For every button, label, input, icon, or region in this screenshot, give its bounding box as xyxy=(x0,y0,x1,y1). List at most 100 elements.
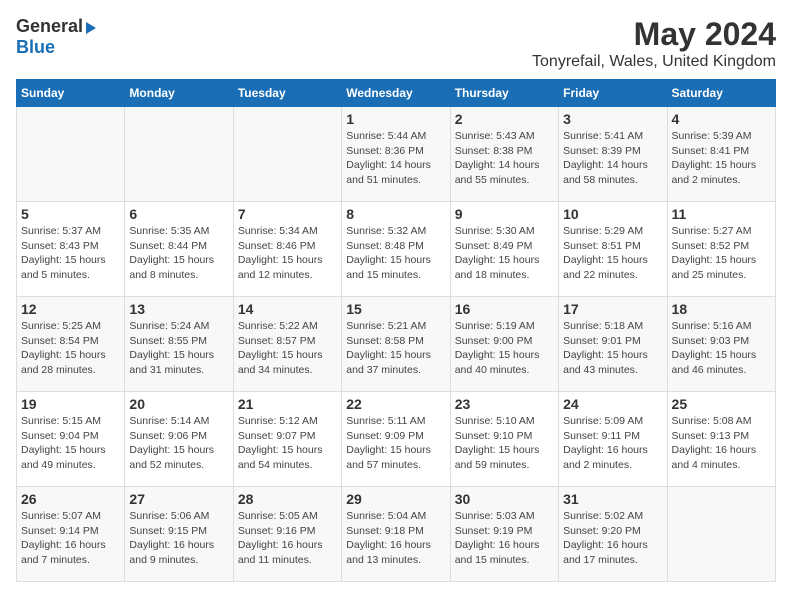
day-info-line: Daylight: 14 hours xyxy=(346,159,431,171)
day-info-line: Sunrise: 5:30 AM xyxy=(455,225,535,237)
day-number: 1 xyxy=(346,111,445,127)
header-sunday: Sunday xyxy=(17,80,125,107)
day-number: 29 xyxy=(346,491,445,507)
day-number: 15 xyxy=(346,301,445,317)
day-info: Sunrise: 5:07 AMSunset: 9:14 PMDaylight:… xyxy=(21,509,120,568)
day-info-line: Daylight: 16 hours xyxy=(238,539,323,551)
day-info: Sunrise: 5:37 AMSunset: 8:43 PMDaylight:… xyxy=(21,224,120,283)
day-info-line: and 59 minutes. xyxy=(455,459,530,471)
day-info-line: Daylight: 15 hours xyxy=(455,444,540,456)
calendar-cell: 20 Sunrise: 5:14 AMSunset: 9:06 PMDayligh… xyxy=(125,392,233,487)
calendar-cell: 30Sunrise: 5:03 AMSunset: 9:19 PMDayligh… xyxy=(450,487,558,582)
week-row-2: 5Sunrise: 5:37 AMSunset: 8:43 PMDaylight… xyxy=(17,202,776,297)
day-number: 24 xyxy=(563,396,662,412)
day-info-line: Daylight: 16 hours xyxy=(21,539,106,551)
day-info: Sunrise: 5:24 AMSunset: 8:55 PMDaylight:… xyxy=(129,319,228,378)
day-info-line: Sunrise: 5:24 AM xyxy=(129,320,209,332)
day-info-line: and 13 minutes. xyxy=(346,554,421,566)
calendar-cell: 21Sunrise: 5:12 AMSunset: 9:07 PMDayligh… xyxy=(233,392,341,487)
day-info-line: and 15 minutes. xyxy=(455,554,530,566)
day-info-line: Sunset: 8:38 PM xyxy=(455,145,533,157)
day-info-line: Sunset: 9:03 PM xyxy=(672,335,750,347)
day-info-line: Sunset: 9:09 PM xyxy=(346,430,424,442)
day-info-line: Daylight: 15 hours xyxy=(672,254,757,266)
day-info-line: and 46 minutes. xyxy=(672,364,747,376)
day-number: 20 xyxy=(129,396,228,412)
day-info-line: and 5 minutes. xyxy=(21,269,90,281)
day-info-line: and 4 minutes. xyxy=(672,459,741,471)
day-info-line: Sunset: 9:11 PM xyxy=(563,430,640,442)
day-number: 26 xyxy=(21,491,120,507)
calendar-cell: 17Sunrise: 5:18 AMSunset: 9:01 PMDayligh… xyxy=(559,297,667,392)
day-info-line: Sunset: 9:01 PM xyxy=(563,335,641,347)
day-info-line: and 55 minutes. xyxy=(455,174,530,186)
day-info-line: Daylight: 14 hours xyxy=(455,159,540,171)
calendar-cell: 14Sunrise: 5:22 AMSunset: 8:57 PMDayligh… xyxy=(233,297,341,392)
day-info-line: Daylight: 15 hours xyxy=(563,349,648,361)
day-info-line: and 22 minutes. xyxy=(563,269,638,281)
day-info-line: Sunrise: 5:19 AM xyxy=(455,320,535,332)
day-info: Sunrise: 5:15 AMSunset: 9:04 PMDaylight:… xyxy=(21,414,120,473)
day-info-line: and 2 minutes. xyxy=(563,459,632,471)
day-info: Sunrise: 5:39 AMSunset: 8:41 PMDaylight:… xyxy=(672,129,771,188)
day-info-line: and 31 minutes. xyxy=(129,364,204,376)
day-info-line: Sunrise: 5:37 AM xyxy=(21,225,101,237)
day-info-line: Daylight: 15 hours xyxy=(455,254,540,266)
day-info-line: Sunset: 8:48 PM xyxy=(346,240,424,252)
day-info: Sunrise: 5:03 AMSunset: 9:19 PMDaylight:… xyxy=(455,509,554,568)
day-info: Sunrise: 5:04 AMSunset: 9:18 PMDaylight:… xyxy=(346,509,445,568)
day-info-line: Sunrise: 5:08 AM xyxy=(672,415,752,427)
day-info-line: Daylight: 15 hours xyxy=(21,444,106,456)
day-info-line: Sunset: 9:19 PM xyxy=(455,525,533,537)
day-info-line: Sunrise: 5:34 AM xyxy=(238,225,318,237)
calendar-cell xyxy=(667,487,775,582)
day-info-line: Sunrise: 5:12 AM xyxy=(238,415,318,427)
week-row-4: 19Sunrise: 5:15 AMSunset: 9:04 PMDayligh… xyxy=(17,392,776,487)
day-info-line: Daylight: 15 hours xyxy=(346,254,431,266)
day-info-line: and 12 minutes. xyxy=(238,269,313,281)
day-number: 3 xyxy=(563,111,662,127)
header-monday: Monday xyxy=(125,80,233,107)
day-info-line: and 17 minutes. xyxy=(563,554,638,566)
calendar-cell: 4Sunrise: 5:39 AMSunset: 8:41 PMDaylight… xyxy=(667,107,775,202)
day-info-line: Daylight: 16 hours xyxy=(129,539,214,551)
day-number: 12 xyxy=(21,301,120,317)
day-number: 31 xyxy=(563,491,662,507)
day-info-line: Sunrise: 5:35 AM xyxy=(129,225,209,237)
day-info-line: Daylight: 15 hours xyxy=(129,254,214,266)
day-info-line: Sunrise: 5:41 AM xyxy=(563,130,643,142)
header-wednesday: Wednesday xyxy=(342,80,450,107)
day-info-line: Daylight: 16 hours xyxy=(455,539,540,551)
day-info-line: and 49 minutes. xyxy=(21,459,96,471)
day-info-line: Sunset: 9:13 PM xyxy=(672,430,750,442)
calendar-cell: 16Sunrise: 5:19 AMSunset: 9:00 PMDayligh… xyxy=(450,297,558,392)
calendar-cell: 29 Sunrise: 5:04 AMSunset: 9:18 PMDayligh… xyxy=(342,487,450,582)
day-info-line: and 9 minutes. xyxy=(129,554,198,566)
day-info: Sunrise: 5:27 AMSunset: 8:52 PMDaylight:… xyxy=(672,224,771,283)
day-info: Sunrise: 5:34 AMSunset: 8:46 PMDaylight:… xyxy=(238,224,337,283)
day-number: 16 xyxy=(455,301,554,317)
day-info: Sunrise: 5:32 AMSunset: 8:48 PMDaylight:… xyxy=(346,224,445,283)
title-block: May 2024 Tonyrefail, Wales, United Kingd… xyxy=(532,16,776,71)
day-info-line: and 58 minutes. xyxy=(563,174,638,186)
calendar-cell: 18Sunrise: 5:16 AMSunset: 9:03 PMDayligh… xyxy=(667,297,775,392)
calendar-cell: 24Sunrise: 5:09 AMSunset: 9:11 PMDayligh… xyxy=(559,392,667,487)
day-info-line: and 28 minutes. xyxy=(21,364,96,376)
day-info-line: Daylight: 15 hours xyxy=(672,159,757,171)
week-row-1: 1 Sunrise: 5:44 AMSunset: 8:36 PMDaylight… xyxy=(17,107,776,202)
day-info: Sunrise: 5:14 AMSunset: 9:06 PMDaylight:… xyxy=(129,414,228,473)
day-info-line: Sunset: 8:49 PM xyxy=(455,240,533,252)
header-friday: Friday xyxy=(559,80,667,107)
day-info: Sunrise: 5:44 AMSunset: 8:36 PMDaylight:… xyxy=(346,129,445,188)
day-info-line: Sunset: 9:18 PM xyxy=(346,525,424,537)
calendar-cell: 27Sunrise: 5:06 AMSunset: 9:15 PMDayligh… xyxy=(125,487,233,582)
day-info-line: Daylight: 15 hours xyxy=(346,349,431,361)
calendar-table: SundayMondayTuesdayWednesdayThursdayFrid… xyxy=(16,79,776,582)
day-info-line: Daylight: 15 hours xyxy=(238,254,323,266)
day-info-line: Daylight: 15 hours xyxy=(129,444,214,456)
calendar-cell: 22Sunrise: 5:11 AMSunset: 9:09 PMDayligh… xyxy=(342,392,450,487)
calendar-cell: 23Sunrise: 5:10 AMSunset: 9:10 PMDayligh… xyxy=(450,392,558,487)
calendar-cell: 12Sunrise: 5:25 AMSunset: 8:54 PMDayligh… xyxy=(17,297,125,392)
day-info-line: Sunrise: 5:11 AM xyxy=(346,415,425,427)
day-info-line: Sunrise: 5:44 AM xyxy=(346,130,426,142)
